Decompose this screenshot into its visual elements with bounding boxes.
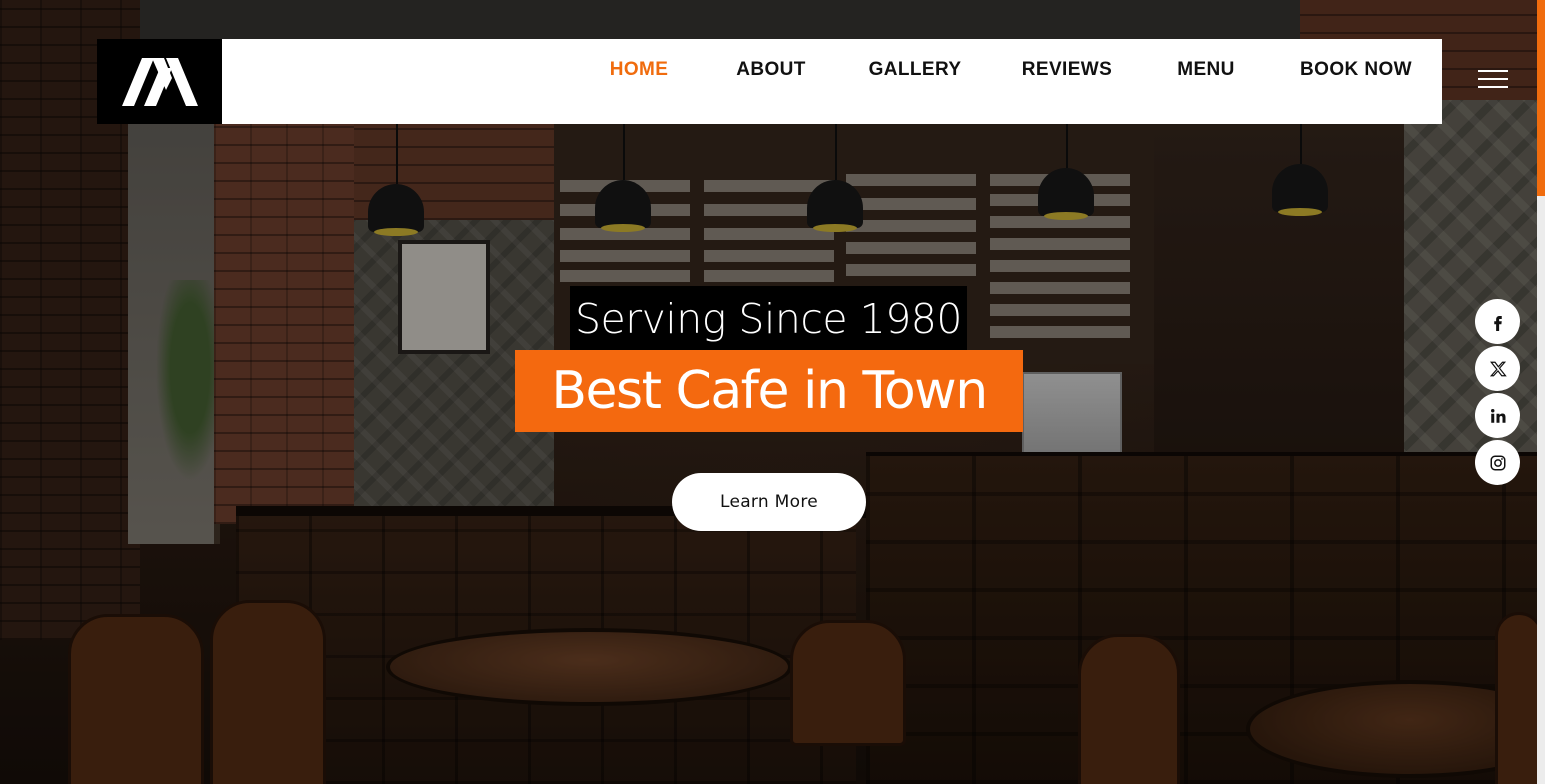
- scrollbar-thumb[interactable]: [1537, 0, 1545, 196]
- x-icon: [1489, 361, 1507, 376]
- hamburger-icon[interactable]: [1478, 70, 1508, 90]
- learn-more-button[interactable]: Learn More: [672, 473, 866, 531]
- m-logo-icon: [121, 57, 198, 106]
- linkedin-icon: [1490, 408, 1505, 423]
- navbar: [222, 39, 1442, 124]
- nav-reviews[interactable]: REVIEWS: [1022, 59, 1112, 81]
- facebook-icon: [1493, 315, 1502, 331]
- instagram-link[interactable]: [1475, 440, 1520, 485]
- nav-book-now[interactable]: BOOK NOW: [1300, 59, 1412, 81]
- hero-title: Best Cafe in Town: [551, 361, 988, 421]
- nav-about[interactable]: ABOUT: [736, 59, 806, 81]
- x-link[interactable]: [1475, 346, 1520, 391]
- logo[interactable]: [97, 39, 222, 124]
- nav-gallery[interactable]: GALLERY: [869, 59, 962, 81]
- nav-home[interactable]: HOME: [610, 59, 669, 81]
- hero-subtitle: Serving Since 1980: [575, 295, 962, 343]
- instagram-icon: [1490, 455, 1505, 470]
- facebook-link[interactable]: [1475, 299, 1520, 344]
- nav-menu[interactable]: MENU: [1177, 59, 1235, 81]
- hero-section: HOME ABOUT GALLERY REVIEWS MENU BOOK NOW…: [0, 0, 1545, 784]
- hero-title-box: Best Cafe in Town: [515, 350, 1023, 432]
- linkedin-link[interactable]: [1475, 393, 1520, 438]
- hero-subtitle-box: Serving Since 1980: [570, 286, 967, 352]
